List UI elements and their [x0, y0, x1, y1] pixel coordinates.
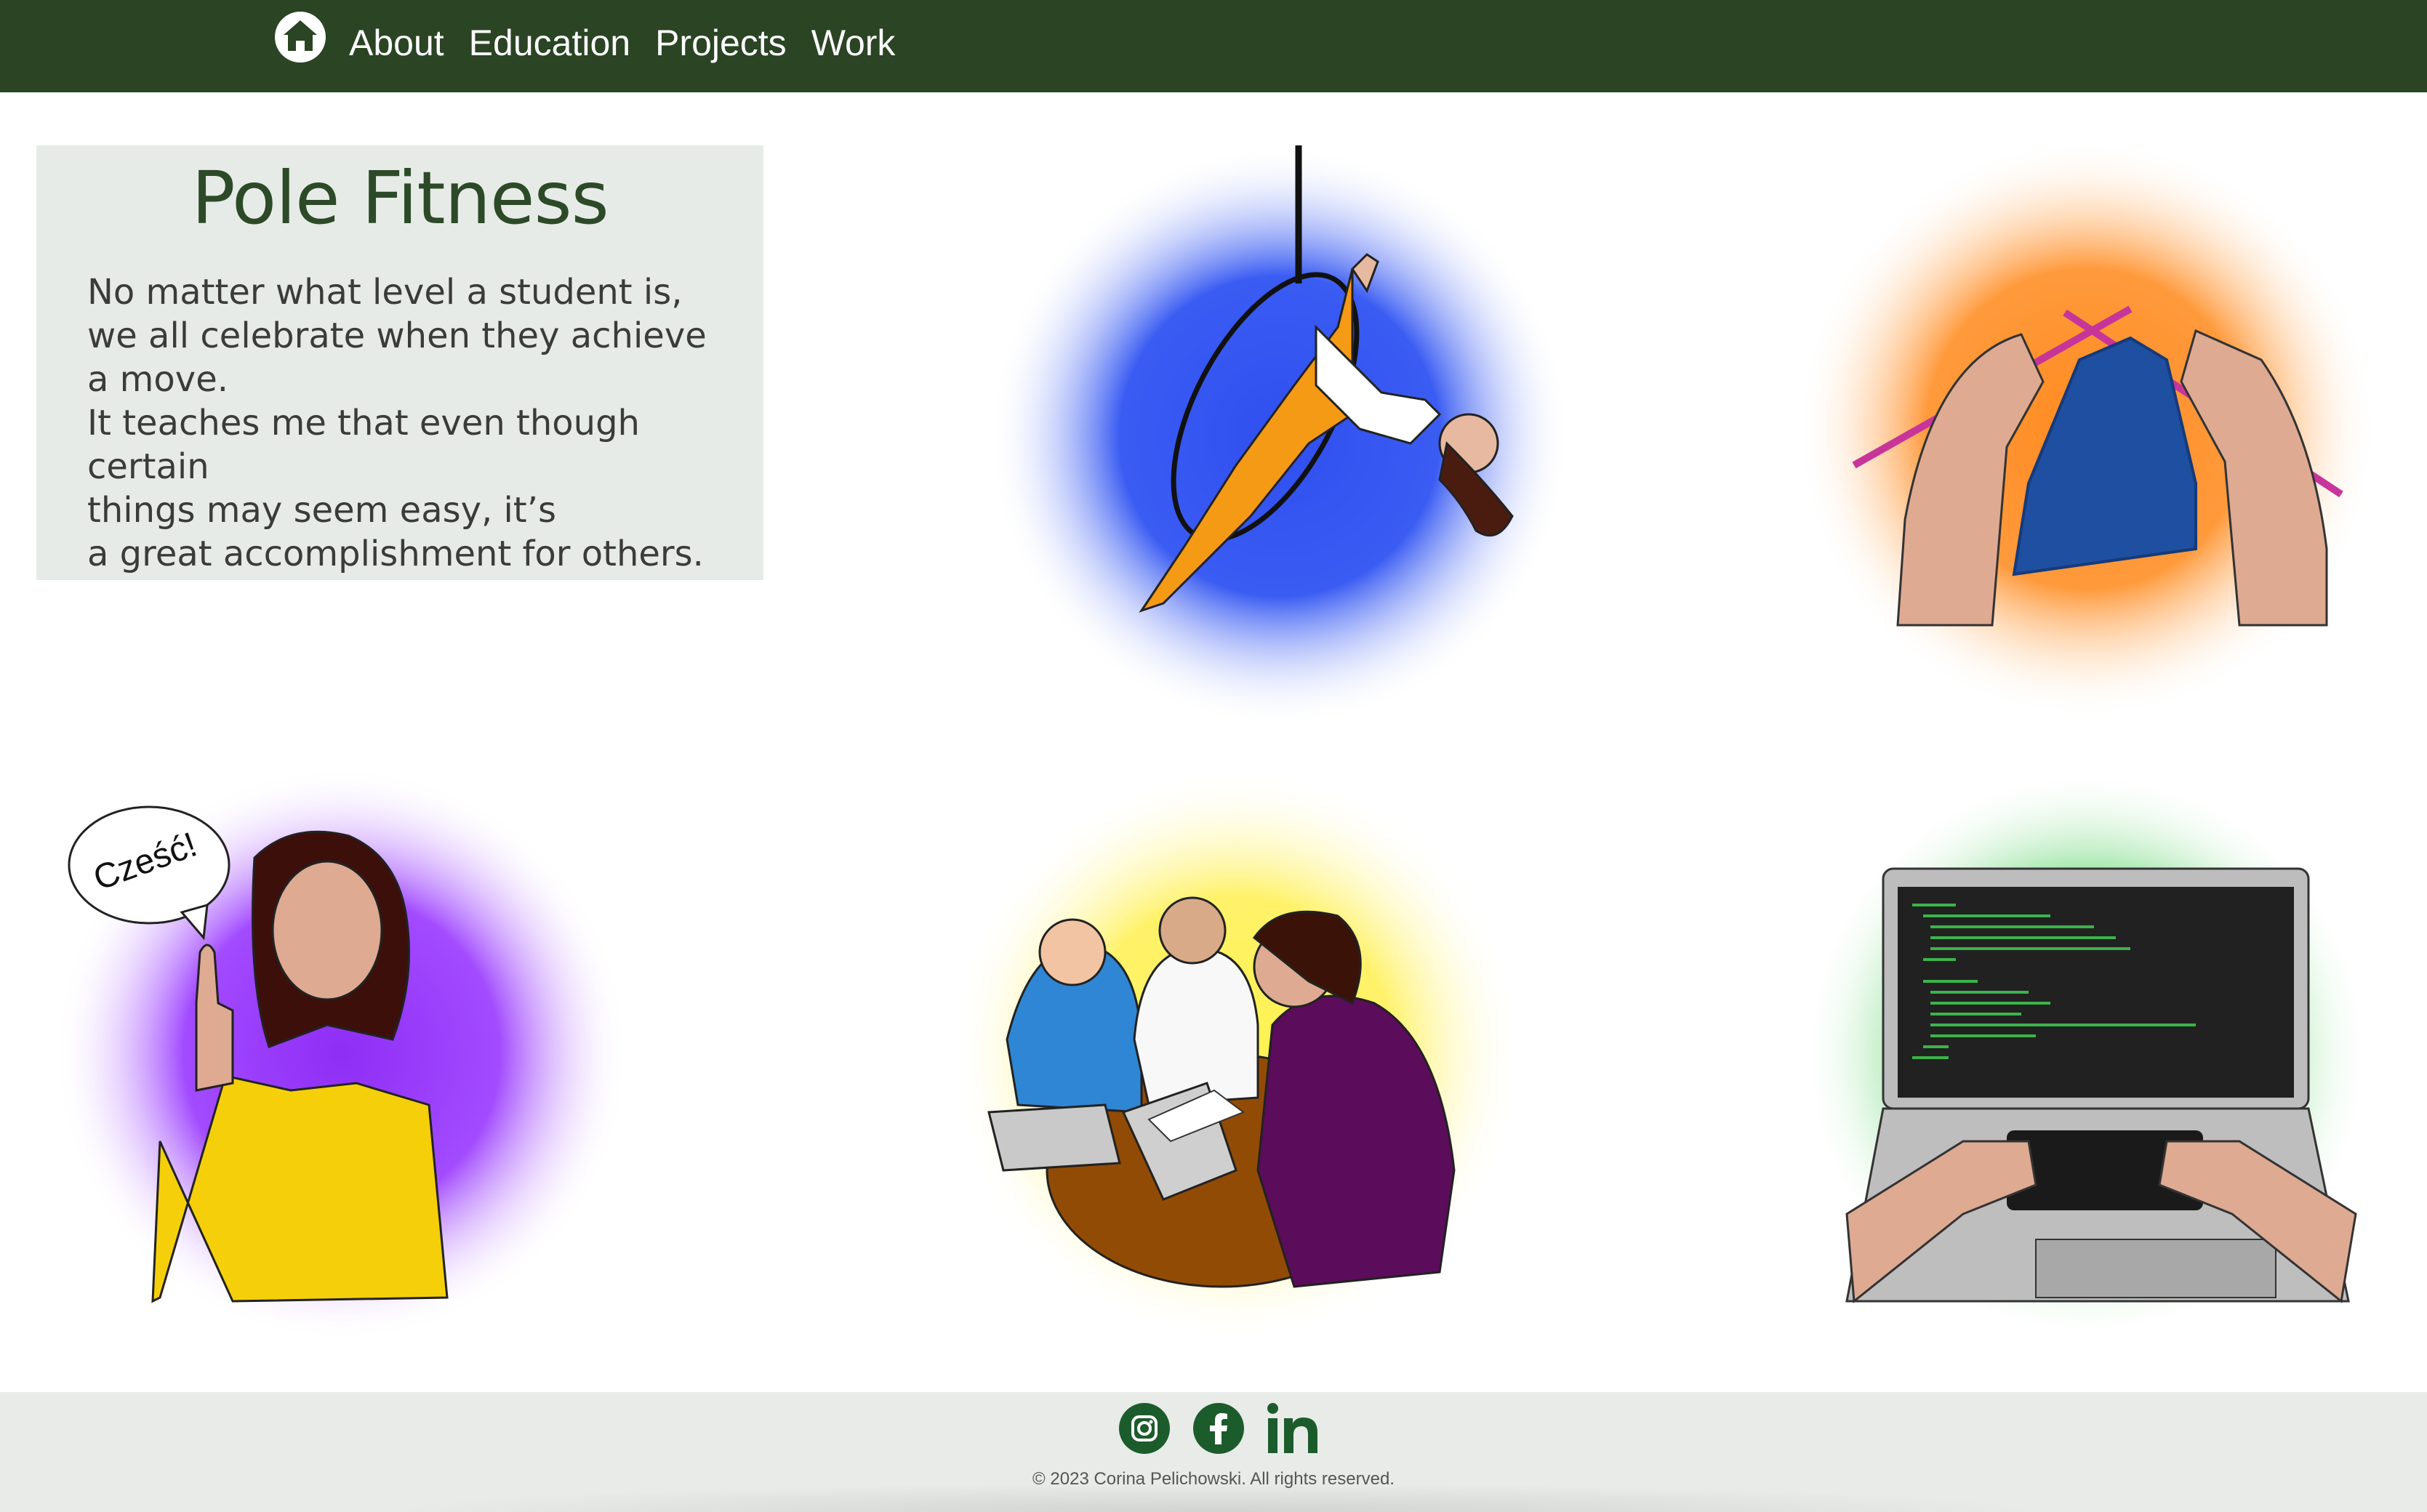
facebook-icon[interactable] [1192, 1402, 1245, 1455]
footer: © 2023 Corina Pelichowski. All rights re… [0, 1392, 2427, 1512]
nav-link-work[interactable]: Work [811, 22, 896, 64]
aerial-hoop-illustration[interactable] [974, 138, 1570, 734]
footer-shadow [378, 1483, 2050, 1512]
instagram-icon[interactable] [1118, 1402, 1171, 1455]
nav-link-projects[interactable]: Projects [655, 22, 787, 64]
linkedin-icon[interactable] [1267, 1402, 1319, 1455]
coding-laptop-illustration[interactable] [1789, 763, 2385, 1345]
nav-link-education[interactable]: Education [469, 22, 630, 64]
card-paragraph-1: No matter what level a student is, we al… [87, 272, 707, 400]
hobby-info-card: Pole Fitness No matter what level a stud… [36, 145, 763, 580]
social-links [1118, 1402, 1319, 1455]
greeting-woman-illustration[interactable]: Cześć! [51, 763, 633, 1345]
teamwork-illustration[interactable] [931, 763, 1527, 1345]
home-icon[interactable] [273, 10, 327, 64]
card-title: Pole Fitness [191, 156, 609, 241]
card-paragraph-2-line-3: a great accomplishment for others. [87, 534, 704, 574]
nav-link-about[interactable]: About [349, 22, 444, 64]
knitting-illustration[interactable] [1789, 142, 2385, 723]
card-paragraph-2-line-2: things may seem easy, it’s [87, 490, 556, 531]
card-paragraph-2-line-1: It teaches me that even though certain [87, 403, 640, 487]
top-navbar: About Education Projects Work [0, 0, 2427, 92]
nav-links: About Education Projects Work [349, 16, 920, 70]
card-paragraph-2: It teaches me that even though certain t… [87, 401, 727, 576]
